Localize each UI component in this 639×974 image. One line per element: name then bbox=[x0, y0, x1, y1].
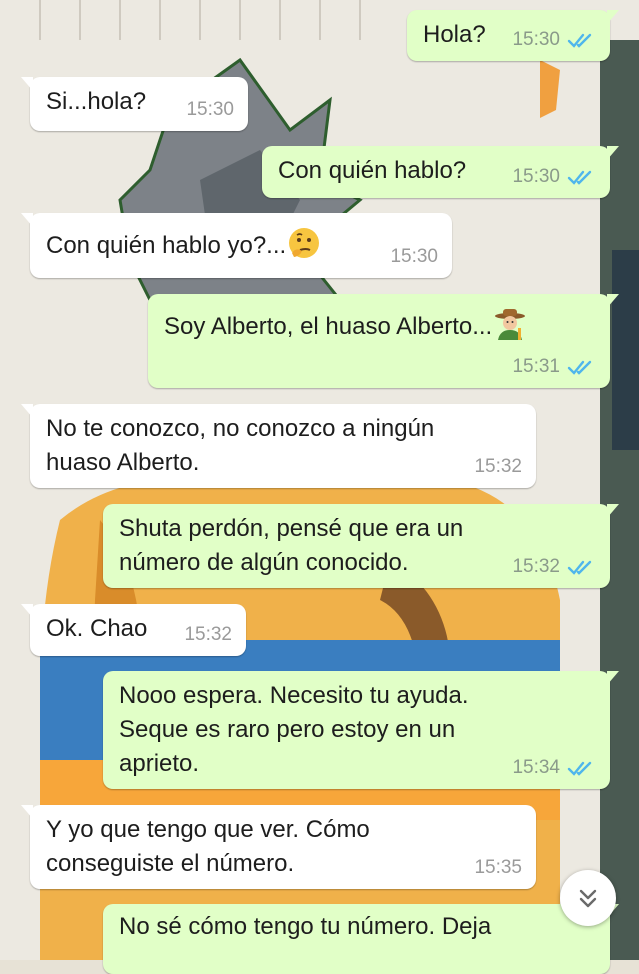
message-time: 15:34 bbox=[512, 757, 560, 778]
message-text: Hola? bbox=[423, 21, 486, 48]
message-bubble-outgoing[interactable]: Con quién hablo? 15:30 bbox=[262, 146, 619, 198]
double-check-read-icon bbox=[567, 33, 592, 48]
double-check-read-icon bbox=[567, 170, 592, 185]
message-text: Con quién hablo? bbox=[278, 157, 467, 184]
scroll-to-bottom-button[interactable] bbox=[560, 870, 616, 926]
message-time: 15:32 bbox=[474, 456, 522, 477]
message-time: 15:30 bbox=[512, 166, 560, 187]
message-bubble-incoming[interactable]: Ok. Chao 15:32 bbox=[21, 604, 246, 656]
message-time: 15:30 bbox=[186, 99, 234, 120]
message-bubble-incoming[interactable]: No te conozco, no conozco a ningún huaso… bbox=[21, 404, 536, 488]
double-check-read-icon bbox=[567, 761, 592, 776]
message-bubble-outgoing[interactable]: Soy Alberto, el huaso Alberto... 15:31 bbox=[148, 294, 619, 388]
message-bubble-outgoing[interactable]: Hola? 15:30 bbox=[407, 10, 619, 61]
message-bubble-outgoing[interactable]: Nooo espera. Necesito tu ayuda. Seque es… bbox=[103, 671, 619, 789]
message-time: 15:31 bbox=[512, 356, 560, 377]
message-text-content: Soy Alberto, el huaso Alberto... bbox=[164, 313, 493, 340]
message-time: 15:30 bbox=[390, 246, 438, 267]
message-text: Si...hola? bbox=[46, 88, 147, 115]
message-text: Y yo que tengo que ver. Cómo conseguiste… bbox=[46, 816, 370, 877]
message-text: Ok. Chao bbox=[46, 615, 148, 642]
message-text: Con quién hablo yo?... bbox=[46, 225, 322, 263]
message-text: No te conozco, no conozco a ningún huaso… bbox=[46, 415, 435, 476]
message-time: 15:32 bbox=[184, 624, 232, 645]
message-time: 15:30 bbox=[512, 29, 560, 50]
thinking-face-icon bbox=[289, 228, 320, 258]
double-check-read-icon bbox=[567, 360, 592, 375]
message-text: No sé cómo tengo tu número. Deja bbox=[119, 913, 492, 940]
message-bubble-outgoing[interactable]: No sé cómo tengo tu número. Deja bbox=[103, 904, 619, 974]
message-text-content: Con quién hablo yo?... bbox=[46, 232, 287, 259]
message-bubble-incoming[interactable]: Con quién hablo yo?... 15:30 bbox=[21, 213, 452, 278]
message-time: 15:32 bbox=[512, 556, 560, 577]
message-bubble-outgoing[interactable]: Shuta perdón, pensé que era un número de… bbox=[103, 504, 619, 588]
farmer-icon bbox=[495, 309, 526, 340]
message-bubble-incoming[interactable]: Y yo que tengo que ver. Cómo conseguiste… bbox=[21, 805, 536, 889]
message-bubble-incoming[interactable]: Si...hola? 15:30 bbox=[21, 77, 248, 131]
message-text: Nooo espera. Necesito tu ayuda. Seque es… bbox=[119, 682, 469, 777]
message-text: Shuta perdón, pensé que era un número de… bbox=[119, 515, 464, 576]
double-check-read-icon bbox=[567, 560, 592, 575]
message-time: 15:35 bbox=[474, 857, 522, 878]
double-chevron-down-icon bbox=[579, 889, 597, 908]
message-text: Soy Alberto, el huaso Alberto... bbox=[164, 306, 528, 344]
